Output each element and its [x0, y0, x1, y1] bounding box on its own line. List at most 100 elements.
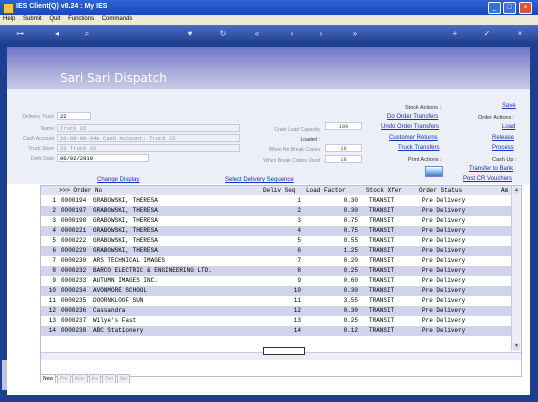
order-status-cell: Pre Delivery — [422, 247, 466, 254]
tab-inv[interactable]: Inv — [88, 374, 102, 383]
transfer-to-bank-link[interactable]: Transfer to Bank — [469, 166, 513, 172]
load-factor-cell: 0.25 — [343, 267, 358, 274]
name-field: Truck 22 — [57, 124, 240, 132]
order-no-cell: 0000229 — [61, 247, 87, 254]
maximize-button[interactable]: □ — [503, 2, 516, 14]
col-deliv-seq[interactable]: Deliv Seq — [263, 186, 295, 195]
table-row[interactable]: 3 0000198 GRABOWSKI, THERESA 3 0.75 TRANSIT Pr… — [41, 216, 511, 226]
load-factor-cell: 0.30 — [343, 197, 358, 204]
delivery-truck-field[interactable]: 22 — [57, 112, 91, 120]
col-stock-xfer[interactable]: Stock Xfer — [366, 186, 402, 195]
menu-submit[interactable]: Submit — [20, 15, 45, 23]
table-row[interactable]: 2 0000197 GRABOWSKI, THERESA 2 0.30 TRANSIT Pr… — [41, 206, 511, 216]
post-cr-vouchers-link[interactable]: Post CR Vouchers — [463, 176, 512, 182]
table-row[interactable]: 12 0000236 Cassandra 12 0.30 TRANSIT Pre Deliv… — [41, 306, 511, 316]
key-icon[interactable]: ⊶ — [12, 29, 28, 39]
scroll-down-icon[interactable]: ▼ — [513, 343, 520, 350]
col-order-no[interactable]: >>> Order No — [59, 186, 102, 195]
window-title: IES Client(Q) v8.24 : My IES — [16, 3, 108, 10]
menu-help[interactable]: Help — [0, 15, 18, 23]
grid-edit-box[interactable] — [263, 347, 305, 355]
tab-del[interactable]: Del — [102, 374, 116, 383]
tab-new[interactable]: New — [40, 374, 57, 383]
vertical-scrollbar[interactable]: ▲ ▼ — [511, 186, 521, 351]
col-load-factor[interactable]: Load Factor — [306, 186, 346, 195]
process-link[interactable]: Process — [492, 145, 514, 151]
order-no-cell: 0000222 — [61, 237, 87, 244]
table-row[interactable]: 1 0000194 GRABOWSKI, THERESA 1 0.30 TRANSIT Pr… — [41, 196, 511, 206]
customer-name-cell: GRABOWSKI, THERESA — [93, 227, 158, 234]
delivery-truck-label: Delivery Truck — [22, 114, 54, 120]
table-row[interactable]: 5 0000222 GRABOWSKI, THERESA 5 0.55 TRANSIT Pr… — [41, 236, 511, 246]
save-link[interactable]: Save — [502, 103, 516, 109]
loaded-label: Loaded : — [300, 137, 320, 143]
customer-returns-link[interactable]: Customer Returns — [389, 135, 438, 141]
minimize-button[interactable]: _ — [488, 2, 501, 14]
release-link[interactable]: Release — [492, 135, 514, 141]
back-icon[interactable]: ◂ — [52, 29, 62, 39]
order-no-cell: 0000235 — [61, 297, 87, 304]
change-display-link[interactable]: Change Display — [97, 177, 139, 183]
truck-transfers-link[interactable]: Truck Transfers — [398, 145, 439, 151]
deliv-seq-cell: 13 — [293, 317, 301, 324]
table-row[interactable]: 13 0000237 Wilye's Fast 13 0.25 TRANSIT Pre De… — [41, 316, 511, 326]
customer-name-cell: AVONMORE SCHOOL — [93, 287, 148, 294]
stock-xfer-cell: TRANSIT — [369, 257, 395, 264]
search-icon[interactable]: ⌕ — [82, 29, 92, 39]
do-order-transfers-link[interactable]: Do Order Transfers — [387, 114, 438, 120]
table-row[interactable]: 7 0000230 ARS TECHNICAL IMAGES 7 0.20 TRANSIT… — [41, 256, 511, 266]
forward-icon[interactable]: » — [350, 29, 360, 39]
crate-load-capacity-field[interactable]: 100 — [325, 122, 362, 130]
refresh-icon[interactable]: ↻ — [218, 29, 228, 39]
menu-commands[interactable]: Commands — [99, 15, 136, 23]
deliv-seq-cell: 2 — [297, 207, 301, 214]
table-row[interactable]: 8 0000232 BARCO ELECTRIC & ENGINEERING LTD… — [41, 266, 511, 276]
table-row[interactable]: 4 0000221 GRABOWSKI, THERESA 4 0.75 TRANSIT Pr… — [41, 226, 511, 236]
menu-functions[interactable]: Functions — [65, 15, 97, 23]
deliv-date-field[interactable]: 06/02/2010 — [57, 154, 149, 162]
grid-header: >>> Order No Deliv Seq Load Factor Stock… — [41, 186, 511, 195]
table-row[interactable]: 6 0000229 GRABOWSKI, THERESA 6 1.25 TRANSIT Pr… — [41, 246, 511, 256]
table-row[interactable]: 14 0000238 ABC Stationery 14 0.12 TRANSIT Pre … — [41, 326, 511, 336]
row-number: 7 — [52, 257, 56, 264]
add-icon[interactable]: + — [450, 29, 460, 39]
rewind-icon[interactable]: « — [252, 29, 262, 39]
table-row[interactable]: 11 0000235 DOORNKLOOF SUN 11 3.55 TRANSIT Pre … — [41, 296, 511, 306]
heart-icon[interactable]: ♥ — [185, 29, 195, 39]
table-row[interactable]: 10 0000234 AVONMORE SCHOOL 10 0.30 TRANSIT Pre… — [41, 286, 511, 296]
row-number: 4 — [52, 227, 56, 234]
title-bar: IES Client(Q) v8.24 : My IES _ □ × — [0, 0, 538, 15]
load-factor-cell: 0.30 — [343, 207, 358, 214]
next-icon[interactable]: › — [316, 29, 326, 39]
stock-xfer-cell: TRANSIT — [369, 247, 395, 254]
close-button[interactable]: × — [519, 2, 532, 14]
check-icon[interactable]: ✓ — [482, 29, 492, 39]
cancel-icon[interactable]: × — [515, 29, 525, 39]
deliv-seq-cell: 8 — [297, 267, 301, 274]
menu-quit[interactable]: Quit — [46, 15, 63, 23]
order-no-cell: 0000197 — [61, 207, 87, 214]
table-row[interactable]: 9 0000233 AUTUMN IMAGES INC. 9 0.60 TRANSIT Pr… — [41, 276, 511, 286]
orders-grid: >>> Order No Deliv Seq Load Factor Stock… — [40, 185, 522, 377]
col-am[interactable]: Am — [501, 186, 508, 195]
menu-bar: Help Submit Quit Functions Commands — [0, 15, 538, 25]
col-order-status[interactable]: Order Status — [419, 186, 462, 195]
undo-order-transfers-link[interactable]: Undo Order Transfers — [381, 124, 439, 130]
load-factor-cell: 3.55 — [343, 297, 358, 304]
deliv-seq-cell: 1 — [297, 197, 301, 204]
tab-pre[interactable]: Pre — [57, 374, 71, 383]
print-actions-label: Print Actions : — [408, 157, 442, 163]
stock-xfer-cell: TRANSIT — [369, 307, 395, 314]
printer-icon[interactable] — [425, 166, 443, 177]
scroll-up-icon[interactable]: ▲ — [513, 187, 520, 194]
order-status-cell: Pre Delivery — [422, 287, 466, 294]
select-delivery-sequence-link[interactable]: Select Delivery Sequence — [225, 177, 294, 183]
order-status-cell: Pre Delivery — [422, 307, 466, 314]
tab-sel[interactable]: Sel — [116, 374, 130, 383]
load-link[interactable]: Load — [502, 124, 515, 130]
prev-icon[interactable]: ‹ — [287, 29, 297, 39]
row-number: 3 — [52, 217, 56, 224]
order-status-cell: Pre Delivery — [422, 327, 466, 334]
tab-actv[interactable]: Actv — [71, 374, 88, 383]
order-status-cell: Pre Delivery — [422, 257, 466, 264]
